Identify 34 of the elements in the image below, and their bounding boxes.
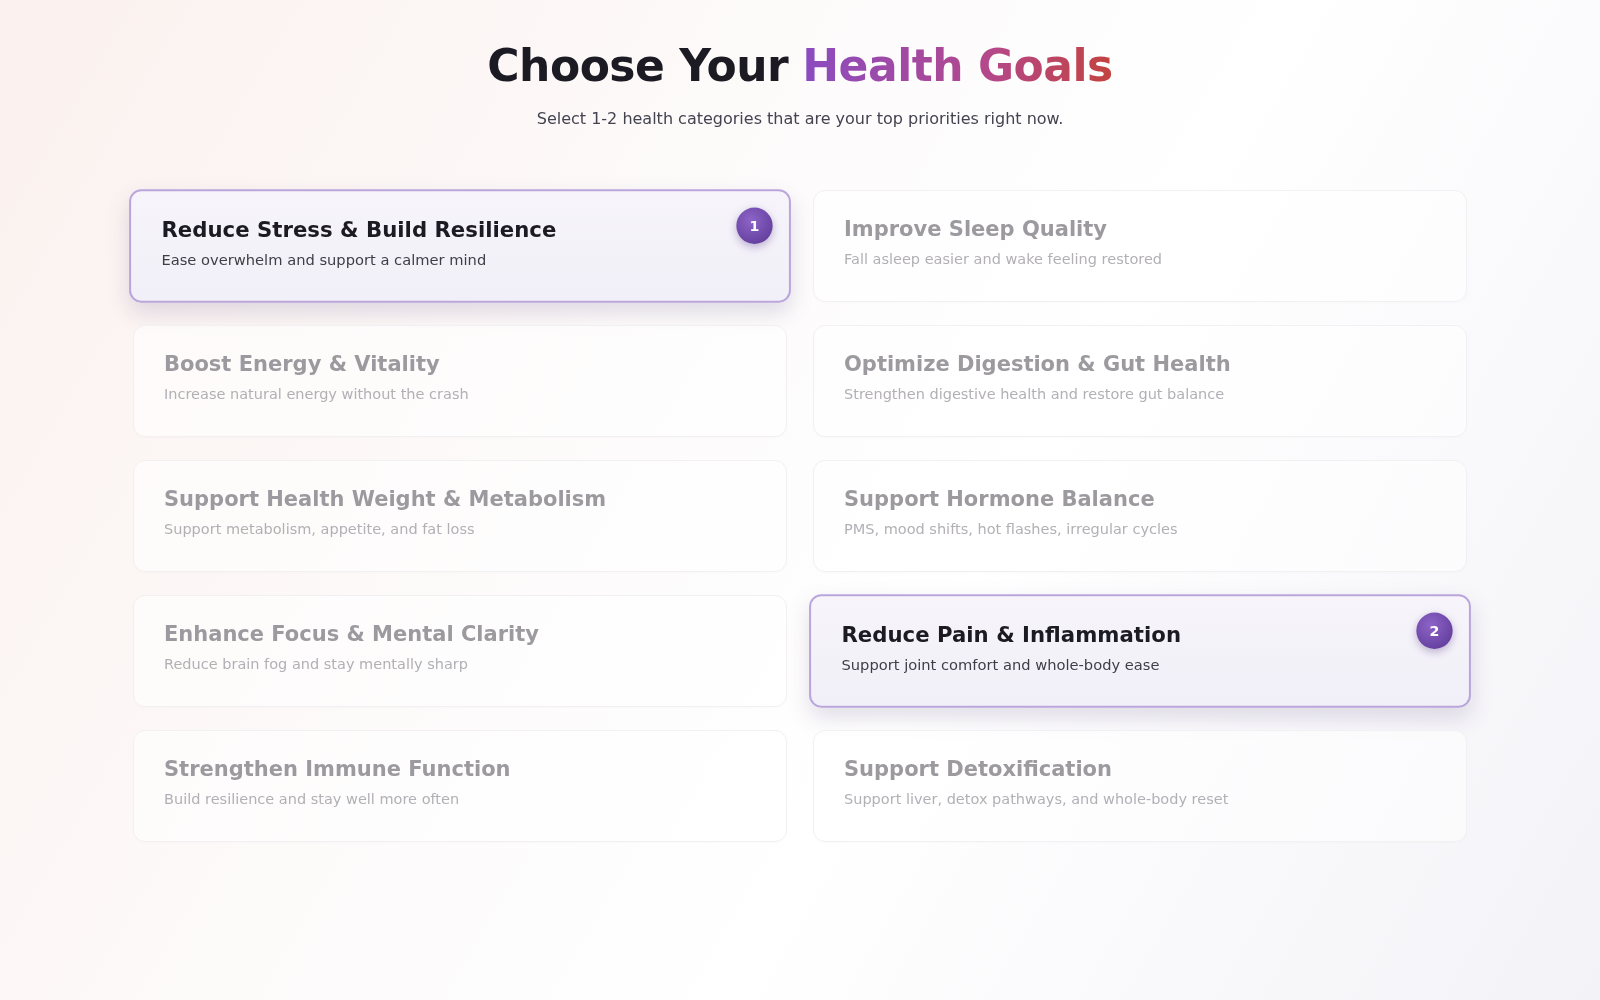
goal-title: Support Hormone Balance (844, 487, 1155, 511)
goal-card[interactable]: Improve Sleep Quality Fall asleep easier and wake feeling restored (813, 190, 1467, 302)
goal-description: Build resilience and stay well more often (164, 791, 460, 807)
goal-card[interactable]: Optimize Digestion & Gut Health Strengthen digestive health and restore gut balance (813, 325, 1467, 437)
goal-description: Support liver, detox pathways, and whole-body reset (844, 791, 1229, 807)
goal-card[interactable]: Enhance Focus & Mental Clarity Reduce brain fog and stay mentally sharp (133, 595, 787, 707)
goal-description: PMS, mood shifts, hot flashes, irregular cycles (844, 521, 1178, 537)
goal-title: Support Health Weight & Metabolism (164, 487, 607, 511)
goal-card[interactable]: Support Detoxification Support liver, detox pathways, and whole-body reset (813, 730, 1467, 842)
goal-title: Enhance Focus & Mental Clarity (164, 622, 539, 646)
goal-title: Improve Sleep Quality (844, 217, 1107, 241)
page-subtitle: Select 1-2 health categories that are your top priorities right now. (536, 109, 1064, 128)
page-title: Choose Your (487, 40, 789, 91)
selection-order-badge: 2 (1416, 612, 1453, 649)
goal-title: Strengthen Immune Function (164, 757, 511, 781)
goal-description: Support metabolism, appetite, and fat loss (164, 521, 475, 537)
goal-title: Support Detoxification (844, 757, 1112, 781)
goal-description: Strengthen digestive health and restore gut balance (844, 386, 1225, 402)
goal-title: Reduce Stress & Build Resilience (161, 217, 557, 242)
goal-card[interactable]: Reduce Stress & Build Resilience Ease overwhelm and support a calmer mind 1 (129, 189, 791, 303)
goal-title: Boost Energy & Vitality (164, 352, 440, 376)
goal-card[interactable]: Support Hormone Balance PMS, mood shifts, hot flashes, irregular cycles (813, 460, 1467, 572)
goal-description: Increase natural energy without the crash (164, 386, 469, 402)
goal-description: Support joint comfort and whole-body ease (841, 657, 1160, 674)
goal-description: Ease overwhelm and support a calmer mind (161, 252, 487, 269)
goal-card[interactable]: Strengthen Immune Function Build resilience and stay well more often (133, 730, 787, 842)
selection-order-badge: 1 (736, 207, 773, 244)
goal-card[interactable]: Boost Energy & Vitality Increase natural energy without the crash (133, 325, 787, 437)
goal-card[interactable]: Reduce Pain & Inflammation Support joint comfort and whole-body ease 2 (809, 594, 1471, 708)
goal-title: Optimize Digestion & Gut Health (844, 352, 1231, 376)
goal-title: Reduce Pain & Inflammation (841, 622, 1181, 647)
goal-description: Fall asleep easier and wake feeling restored (844, 251, 1163, 267)
goal-description: Reduce brain fog and stay mentally sharp (164, 656, 468, 672)
goal-card[interactable]: Support Health Weight & Metabolism Support metabolism, appetite, and fat loss (133, 460, 787, 572)
